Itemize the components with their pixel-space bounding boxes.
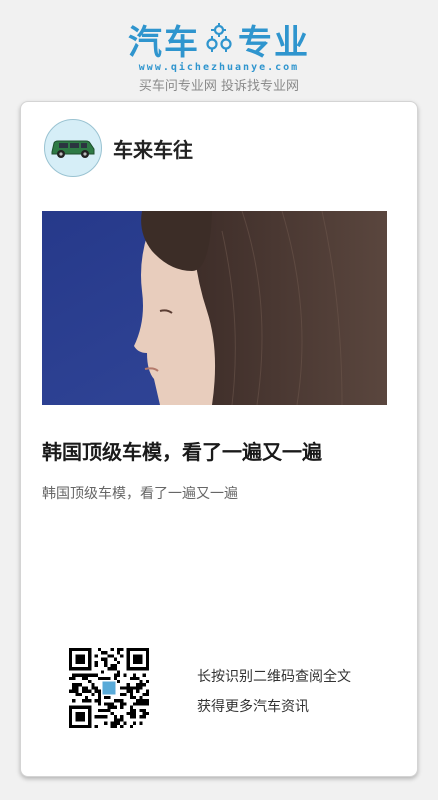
green-car-icon — [51, 140, 95, 158]
brand-logo: 汽车 专业 — [0, 18, 438, 63]
brand-slogan: 买车问专业网 投诉找专业网 — [138, 79, 300, 94]
author-name[interactable]: 车来车往 — [113, 134, 193, 163]
brand-header: 汽车 专业 www.qichezhuanye.com 买车问专业网 投诉找专业网 — [0, 18, 438, 95]
qr-caption-line2: 获得更多汽车资讯 — [197, 699, 309, 715]
brand-name-left: 汽车 — [128, 22, 200, 63]
hero-image[interactable] — [42, 211, 387, 405]
author-info[interactable]: 车来车往 — [44, 119, 193, 177]
qr-caption: 长按识别二维码查阅全文 获得更多汽车资讯 — [197, 662, 351, 722]
article-title[interactable]: 韩国顶级车模，看了一遍又一遍 — [42, 438, 402, 466]
article-summary: 韩国顶级车模，看了一遍又一遍 — [42, 486, 238, 502]
gear-icon — [204, 22, 234, 56]
brand-name-right: 专业 — [238, 22, 310, 63]
brand-url: www.qichezhuanye.com — [138, 62, 300, 73]
avatar[interactable] — [44, 119, 102, 177]
article-card[interactable]: 车来车往 韩国顶级车模，看了一遍又一遍 韩国顶级车模，看了一遍又一遍 长按识别二… — [20, 101, 418, 777]
qr-code[interactable] — [69, 648, 149, 728]
qr-caption-line1: 长按识别二维码查阅全文 — [197, 669, 351, 685]
